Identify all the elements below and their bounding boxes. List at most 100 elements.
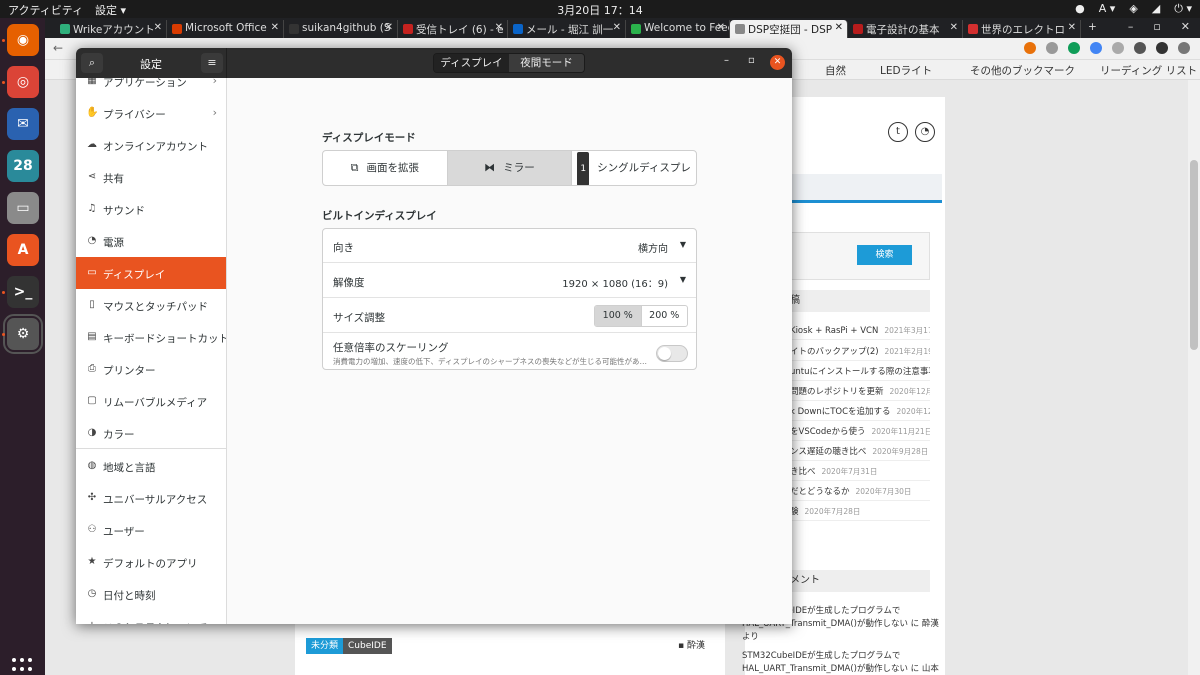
extension-icon[interactable] [1112, 42, 1124, 54]
sidebar-item[interactable]: ▤ キーボードショートカット [76, 321, 226, 353]
recent-post-item[interactable]: をVSCodeから使う 2020年11月21日 [790, 425, 930, 441]
power-menu-icon[interactable]: ⏻ ▾ [1174, 2, 1192, 16]
recent-post-item[interactable]: だとどうなるか 2020年7月30日 [790, 485, 930, 501]
browser-tab[interactable]: Welcome to Feed ✕ [626, 20, 730, 38]
sidebar-item[interactable]: ⎙ プリンター [76, 353, 226, 385]
clock[interactable]: 3月20日 17：14 [0, 2, 1200, 18]
calendar-icon[interactable]: 28 [7, 150, 39, 182]
tab-night-light[interactable]: 夜間モード [509, 54, 584, 72]
sidebar-item[interactable]: ✋ プライバシー › [76, 97, 226, 129]
sidebar-item[interactable]: + このシステムについて [76, 610, 226, 624]
browser-tab[interactable]: 受信トレイ (6) - e ✕ [398, 20, 508, 38]
tab-close-icon[interactable]: ✕ [271, 22, 279, 33]
browser-minimize-button[interactable]: – [1128, 20, 1134, 33]
browser-close-button[interactable]: ✕ [1181, 20, 1190, 33]
twitter-icon[interactable]: t [888, 122, 908, 142]
browser-maximize-button[interactable]: ▫ [1153, 20, 1160, 33]
recent-post-item[interactable]: ンス遅延の聴き比べ 2020年9月28日 [790, 445, 930, 461]
tab-close-icon[interactable]: ✕ [385, 22, 393, 33]
tab-close-icon[interactable]: ✕ [950, 22, 958, 33]
input-method-indicator[interactable]: A ▾ [1099, 2, 1116, 16]
recent-post-item[interactable]: k DownにTOCを追加する 2020年12月 [790, 405, 930, 421]
close-icon[interactable]: ✕ [770, 55, 785, 70]
sidebar-item[interactable]: ▭ ディスプレイ [76, 257, 226, 289]
sidebar-item[interactable]: ⋖ 共有 [76, 161, 226, 193]
files-icon[interactable]: ▭ [7, 192, 39, 224]
firefox-icon[interactable]: ◉ [7, 24, 39, 56]
recent-post-item[interactable]: 問題のレポジトリを更新 2020年12月 [790, 385, 930, 401]
browser-tab[interactable]: Microsoft Office ✕ [167, 20, 284, 38]
tab-close-icon[interactable]: ✕ [613, 22, 621, 33]
web-search-button[interactable]: 検索 [857, 245, 912, 265]
other-bookmarks[interactable]: その他のブックマーク [970, 63, 1075, 78]
sidebar-item[interactable]: ◔ 電源 [76, 225, 226, 257]
extension-icon[interactable] [1090, 42, 1102, 54]
comment-item[interactable]: STM32CubeIDEが生成したプログラムで HAL_UART_Transmi… [742, 650, 942, 675]
scrollbar-thumb[interactable] [1190, 160, 1198, 350]
browser-tab[interactable]: 世界のエレクトロ ✕ [963, 20, 1081, 38]
browser-tab[interactable]: suikan4github (S ✕ [284, 20, 398, 38]
back-icon[interactable]: ← [53, 41, 63, 55]
browser-tab[interactable]: メール - 堀江 訓一 ✕ [508, 20, 626, 38]
category-tag[interactable]: CubeIDE [343, 638, 392, 654]
software-icon[interactable]: A [7, 234, 39, 266]
volume-icon[interactable]: ◢ [1152, 2, 1160, 16]
browser-tab[interactable]: Wrikeアカウント ✕ [55, 20, 167, 38]
settings-icon[interactable]: ⚙ [3, 314, 43, 354]
bookmark-folder[interactable]: 自然 [825, 63, 846, 78]
recent-post-item[interactable]: Kiosk + RasPi + VCN 2021年3月17日 [790, 325, 930, 340]
sidebar-item[interactable]: ★ デフォルトのアプリ [76, 546, 226, 578]
thunderbird-icon[interactable]: ✉ [7, 108, 39, 140]
orientation-row[interactable]: 向き 横方向 ▼ [323, 229, 696, 263]
extension-icon[interactable] [1068, 42, 1080, 54]
category-tag[interactable]: 未分類 [306, 638, 344, 654]
sidebar-item[interactable]: ◷ 日付と時刻 [76, 578, 226, 610]
sidebar-item[interactable]: ◍ 地域と言語 [76, 450, 226, 482]
tab-display[interactable]: ディスプレイ [434, 54, 509, 72]
tab-close-icon[interactable]: ✕ [835, 22, 843, 33]
tray-status-icon[interactable]: ● [1075, 2, 1085, 16]
reading-list[interactable]: リーディング リスト [1100, 63, 1197, 78]
recent-post-item[interactable]: 験 2020年7月28日 [790, 505, 930, 521]
recent-post-item[interactable]: イトのバックアップ(2) 2021年2月19日 [790, 345, 930, 361]
system-tray[interactable]: ● A ▾ ◈ ◢ ⏻ ▾ [1075, 2, 1192, 16]
tab-close-icon[interactable]: ✕ [154, 22, 162, 33]
fractional-scaling-toggle[interactable] [656, 345, 688, 362]
tab-close-icon[interactable]: ✕ [495, 22, 503, 33]
tab-close-icon[interactable]: ✕ [717, 22, 725, 33]
maximize-icon[interactable]: ▫ [748, 55, 755, 66]
bookmark-folder[interactable]: LEDライト [880, 63, 932, 78]
hamburger-menu-icon[interactable]: ≡ [201, 53, 223, 73]
sidebar-item[interactable]: ◑ カラー [76, 417, 226, 449]
browser-tab[interactable]: 電子設計の基本 ✕ [848, 20, 963, 38]
show-applications-icon[interactable] [12, 658, 34, 675]
resolution-row[interactable]: 解像度 1920 × 1080 (16：9) ▼ [323, 264, 696, 298]
recent-post-item[interactable]: き比べ 2020年7月31日 [790, 465, 930, 481]
sidebar-item[interactable]: ♫ サウンド [76, 193, 226, 225]
tab-close-icon[interactable]: ✕ [1068, 22, 1076, 33]
kebab-menu-icon[interactable] [1178, 42, 1190, 54]
sidebar-item[interactable]: ▦ アプリケーション › [76, 78, 226, 97]
sidebar-item[interactable]: ✣ ユニバーサルアクセス [76, 482, 226, 514]
chrome-icon[interactable]: ◎ [7, 66, 39, 98]
network-icon[interactable]: ◈ [1129, 2, 1137, 16]
scale-100-button[interactable]: 100 % [595, 306, 642, 326]
scale-200-button[interactable]: 200 % [642, 306, 688, 326]
rss-icon[interactable]: ◔ [915, 122, 935, 142]
recent-post-item[interactable]: untuにインストールする際の注意事項0日 [790, 365, 930, 381]
puzzle-icon[interactable] [1134, 42, 1146, 54]
minimize-icon[interactable]: – [724, 55, 729, 66]
sidebar-item[interactable]: ▢ リムーバブルメディア [76, 385, 226, 417]
new-tab-button[interactable]: + [1083, 20, 1103, 38]
mode-join-displays[interactable]: ⧉ 画面を拡張 [323, 151, 448, 185]
search-icon[interactable]: ⌕ [81, 53, 103, 73]
page-scrollbar[interactable] [1188, 80, 1200, 675]
mode-single-display[interactable]: 1シングルディスプレイ [572, 151, 696, 185]
bookmark-star-icon[interactable] [1024, 42, 1036, 54]
browser-tab[interactable]: DSP空挺団 - DSP ✕ [730, 20, 848, 38]
sidebar-item[interactable]: ☁ オンラインアカウント [76, 129, 226, 161]
sidebar-item[interactable]: ▯ マウスとタッチパッド [76, 289, 226, 321]
mode-mirror[interactable]: ⧓ ミラー [447, 151, 573, 185]
sidebar-item[interactable]: ⚇ ユーザー [76, 514, 226, 546]
profile-avatar[interactable] [1156, 42, 1168, 54]
